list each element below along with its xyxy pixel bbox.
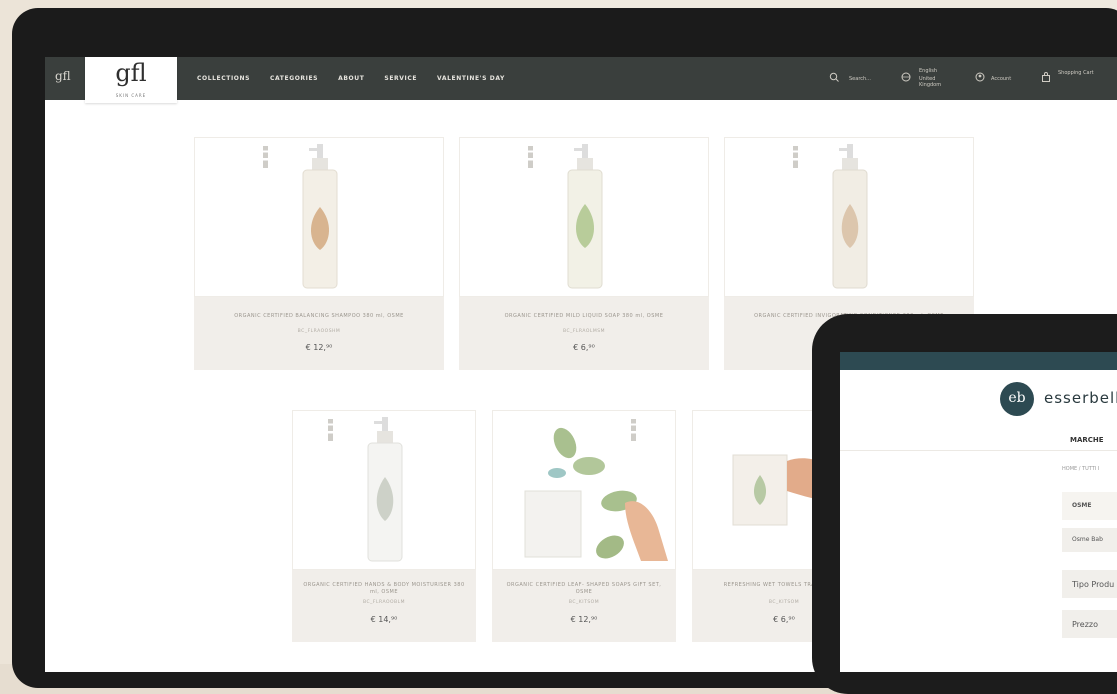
tablet-nav-marche[interactable]: MARCHE [1070, 436, 1104, 444]
product-title[interactable]: ORGANIC CERTIFIED LEAF- SHAPED SOAPS GIF… [500, 582, 668, 596]
filter-prezzo[interactable]: Prezzo [1062, 610, 1117, 638]
tablet-brand[interactable]: esserbell [1044, 389, 1117, 407]
filter-tipo-prodotto[interactable]: Tipo Produ [1062, 570, 1117, 598]
product-code: BC_KITSOM [568, 600, 600, 605]
menu-about[interactable]: ABOUT [338, 75, 364, 82]
product-image[interactable] [459, 137, 709, 297]
product-card[interactable]: ORGANIC CERTIFIED MILD LIQUID SOAP 380 m… [459, 137, 709, 370]
badge-icon [528, 146, 533, 168]
shopping-bag-icon[interactable] [1041, 72, 1051, 82]
tablet-frame: eb esserbell MARCHE HOME / TUTTI I OSME … [812, 314, 1117, 694]
bottle-image [832, 144, 868, 289]
product-title[interactable]: ORGANIC CERTIFIED BALANCING SHAMPOO 380 … [202, 313, 436, 320]
menu-valentines[interactable]: VALENTINE'S DAY [437, 75, 505, 82]
soap-gift-image [524, 427, 668, 561]
region-label[interactable]: United Kingdom [919, 76, 959, 88]
tablet-logo[interactable]: eb [1000, 382, 1034, 416]
product-price: € 14,⁹⁰ [370, 615, 398, 624]
main-menu: COLLECTIONS CATEGORIES ABOUT SERVICE VAL… [197, 75, 505, 82]
product-image[interactable] [292, 410, 476, 570]
menu-service[interactable]: SERVICE [384, 75, 417, 82]
tablet-top-bar [840, 352, 1117, 370]
product-image[interactable] [724, 137, 974, 297]
tablet-screen: eb esserbell MARCHE HOME / TUTTI I OSME … [840, 352, 1117, 672]
search-icon[interactable] [829, 72, 839, 82]
globe-icon[interactable] [901, 72, 911, 82]
bottle-image [367, 417, 403, 562]
account-icon[interactable] [975, 72, 985, 82]
product-card[interactable]: ORGANIC CERTIFIED LEAF- SHAPED SOAPS GIF… [492, 410, 676, 642]
product-title[interactable]: ORGANIC CERTIFIED MILD LIQUID SOAP 380 m… [467, 313, 701, 320]
product-code: BC_FLRAOOSHM [297, 329, 341, 334]
badge-icon [328, 419, 333, 441]
filter-osme-baby[interactable]: Osme Bab [1062, 528, 1117, 552]
search-input[interactable]: Search... [849, 76, 871, 82]
badge-icon [263, 146, 268, 168]
badge-icon [793, 146, 798, 168]
product-card[interactable]: ORGANIC CERTIFIED HANDS & BODY MOISTURIS… [292, 410, 476, 642]
product-price: € 12,⁹⁰ [570, 615, 598, 624]
product-code: BC_FLRAOLMSM [562, 329, 606, 334]
bottle-image [567, 144, 603, 289]
product-price: € 6,⁹⁰ [573, 343, 595, 352]
divider [840, 450, 1117, 451]
language-label[interactable]: English [919, 68, 937, 74]
mini-logo[interactable]: gfl [55, 69, 71, 83]
product-code: BC_FLRAOOBLM [363, 600, 405, 605]
brand-name: gfl [115, 59, 147, 87]
account-link[interactable]: Account [991, 76, 1011, 82]
top-nav: gfl gfl SKIN CARE COLLECTIONS CATEGORIES… [45, 57, 1117, 103]
product-title[interactable]: ORGANIC CERTIFIED HANDS & BODY MOISTURIS… [300, 582, 468, 596]
breadcrumb[interactable]: HOME / TUTTI I [1062, 466, 1099, 472]
bottle-image [302, 144, 338, 289]
product-price: € 12,⁹⁰ [305, 343, 333, 352]
product-image[interactable] [194, 137, 444, 297]
product-image[interactable] [492, 410, 676, 570]
shopping-cart-link[interactable]: Shopping Cart [1058, 70, 1094, 76]
brand-tagline: SKIN CARE [115, 93, 147, 98]
filter-osme[interactable]: OSME [1062, 492, 1117, 520]
menu-categories[interactable]: CATEGORIES [270, 75, 318, 82]
menu-collections[interactable]: COLLECTIONS [197, 75, 250, 82]
product-card[interactable]: ORGANIC CERTIFIED BALANCING SHAMPOO 380 … [194, 137, 444, 370]
site-logo[interactable]: gfl SKIN CARE [85, 57, 177, 103]
